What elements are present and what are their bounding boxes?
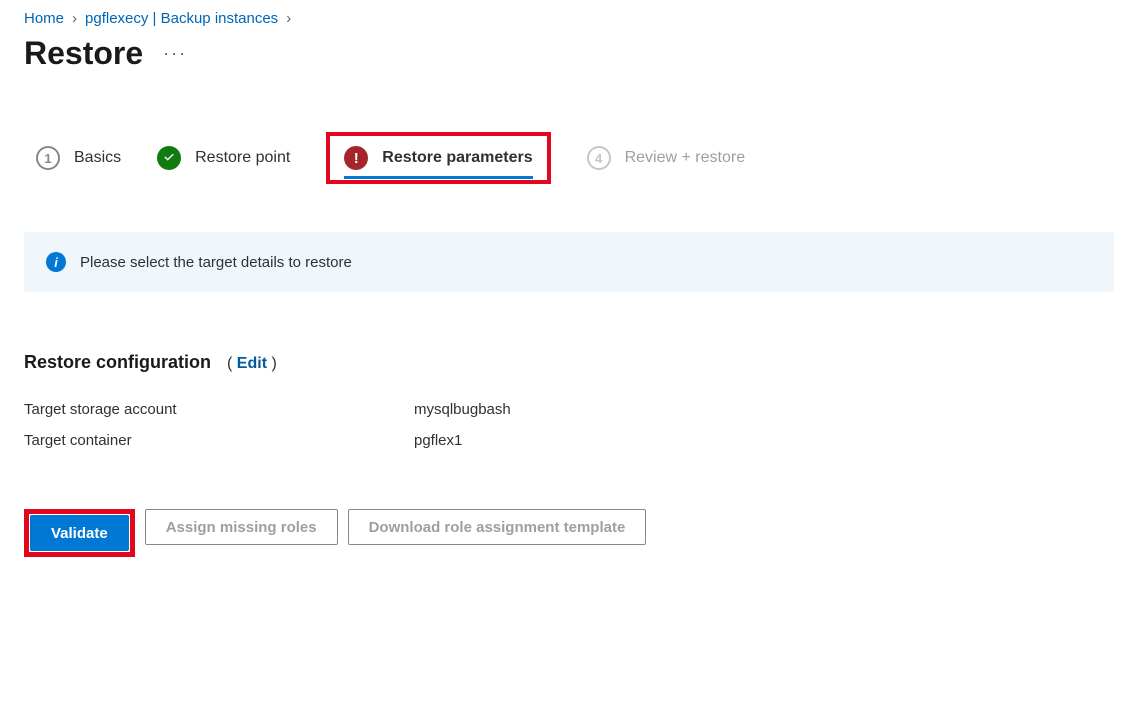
target-container-label: Target container <box>24 432 414 449</box>
checkmark-icon <box>157 146 181 170</box>
config-title: Restore configuration <box>24 352 211 373</box>
action-bar: Validate Assign missing roles Download r… <box>24 509 1114 557</box>
wizard-steps-inner: 1 Basics Restore point <box>36 146 290 170</box>
target-storage-account-value: mysqlbugbash <box>414 401 511 418</box>
chevron-right-icon: › <box>286 10 291 27</box>
step-label: Basics <box>74 149 121 167</box>
step-number-icon: 4 <box>587 146 611 170</box>
config-header: Restore configuration ( Edit ) <box>24 352 1114 373</box>
step-label: Restore point <box>195 149 290 167</box>
step-review-restore[interactable]: 4 Review + restore <box>587 146 746 170</box>
info-banner-text: Please select the target details to rest… <box>80 254 352 271</box>
step-restore-parameters[interactable]: ! Restore parameters <box>326 132 550 184</box>
info-icon: i <box>46 252 66 272</box>
info-banner: i Please select the target details to re… <box>24 232 1114 292</box>
step-label: Review + restore <box>625 149 746 167</box>
wizard-steps: 1 Basics Restore point ! Restore paramet… <box>24 132 1114 184</box>
config-row: Target container pgflex1 <box>24 432 1114 449</box>
edit-link[interactable]: Edit <box>237 355 267 372</box>
more-actions-button[interactable]: ··· <box>163 43 187 64</box>
target-container-value: pgflex1 <box>414 432 462 449</box>
config-row: Target storage account mysqlbugbash <box>24 401 1114 418</box>
step-label: Restore parameters <box>382 149 532 167</box>
page-title: Restore <box>24 35 143 72</box>
target-storage-account-label: Target storage account <box>24 401 414 418</box>
download-role-assignment-template-button[interactable]: Download role assignment template <box>348 509 647 545</box>
chevron-right-icon: › <box>72 10 77 27</box>
step-restore-point[interactable]: Restore point <box>157 146 290 170</box>
title-row: Restore ··· <box>24 35 1114 72</box>
step-number-icon: 1 <box>36 146 60 170</box>
breadcrumb-backup-instances[interactable]: pgflexecy | Backup instances <box>85 10 278 27</box>
validate-button[interactable]: Validate <box>30 515 129 551</box>
validate-highlight: Validate <box>24 509 135 557</box>
breadcrumb-home[interactable]: Home <box>24 10 64 27</box>
edit-wrap: ( Edit ) <box>227 355 277 373</box>
step-basics[interactable]: 1 Basics <box>36 146 121 170</box>
breadcrumb: Home › pgflexecy | Backup instances › <box>24 10 1114 27</box>
error-icon: ! <box>344 146 368 170</box>
assign-missing-roles-button[interactable]: Assign missing roles <box>145 509 338 545</box>
